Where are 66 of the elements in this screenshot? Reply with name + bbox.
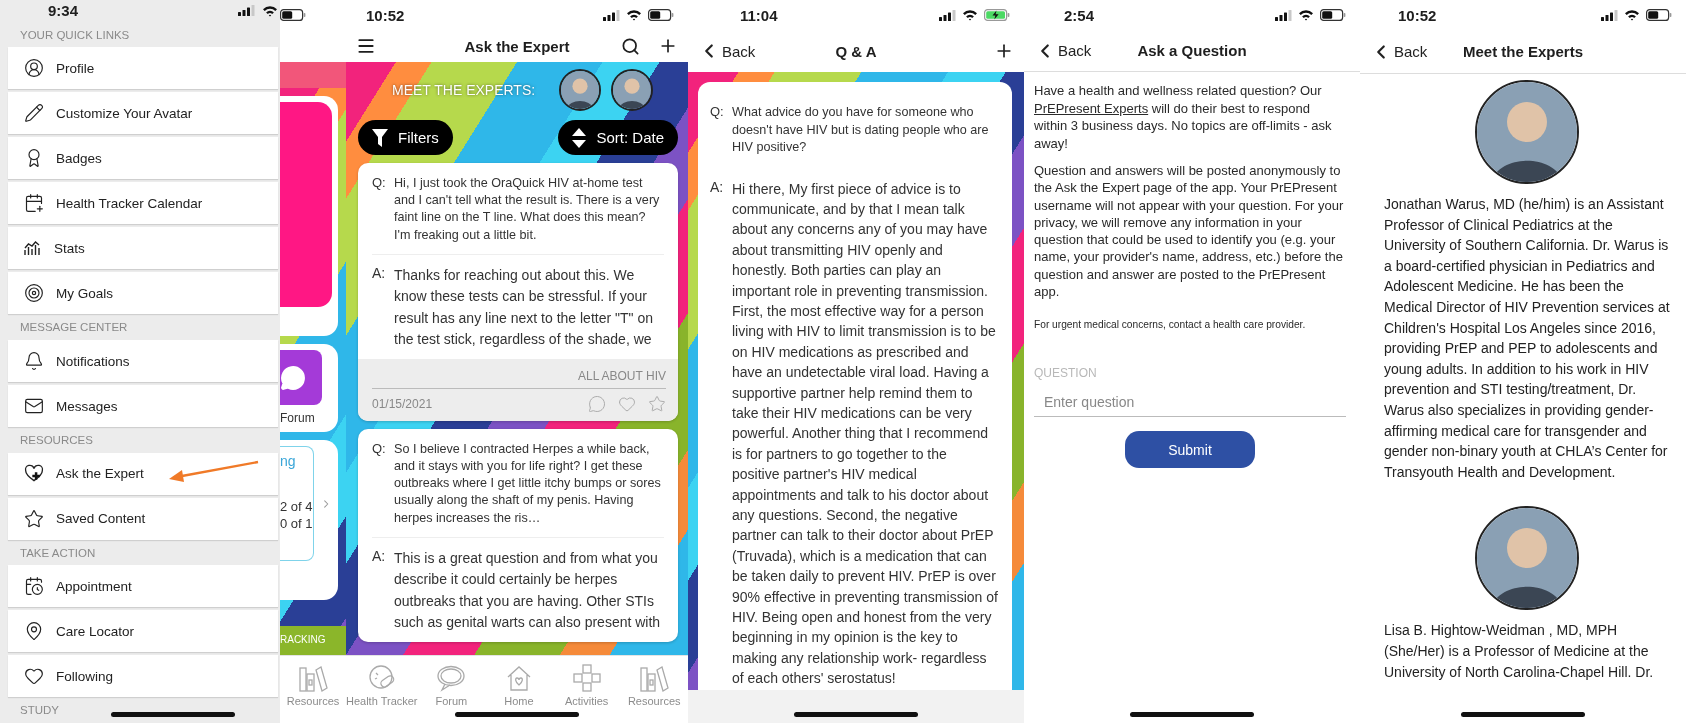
answer-text: Hi there, My first piece of advice is to communicate, and by that I mean talk about any concerns any of you may have about transmitting HIV openly and honestly. Both parties can play an important role in preventing transmission. First, the most effective way for a person living with HIV to limit transmission is to be on HIV medications as prescribed and have an undetectable viral load. Having a supportive partner help remind them to take their HIV medications can be very powerful. Another thing that I recommend is for partners to go together to the positive partner's HIV medical appointments and talk to his doctor about any questions. Second, the negative partner can talk to their doctor about PrEP (Truvada), which is a medication that can be taken daily to prevent HIV. PrEP is over 90% effective in preventing transmission of HIV. Being open and honest from the very beginning in my opinion is the key to making any relationship work- regardless of each others' serostatus!: [732, 179, 998, 689]
screen-title: Q & A: [834, 42, 878, 60]
menu-item[interactable]: Badges: [8, 137, 278, 180]
topic-tag: ALL ABOUT HIV: [577, 368, 666, 388]
nav-item[interactable]: Forum: [417, 664, 486, 723]
answer-label: A:: [372, 264, 387, 283]
question-field[interactable]: Enter question: [1034, 390, 1346, 418]
screen-title: Ask the Expert: [463, 37, 571, 55]
sort-button[interactable]: Sort: Date: [558, 120, 678, 155]
menu-item[interactable]: My Goals: [8, 272, 278, 315]
banner-text: RACKING: [280, 634, 326, 645]
experts-link[interactable]: PrEPresent Experts: [1034, 100, 1149, 116]
tile-label: Forum: [280, 411, 316, 425]
question-label: Q:: [372, 440, 387, 458]
back-button[interactable]: Back: [698, 40, 756, 62]
question-label: Q:: [710, 104, 725, 121]
expert-bio: Jonathan Warus, MD (he/him) is an Assistant Professor of Clinical Pediatrics at the University of Southern California. Dr. Warus is a board-certified physician in Pediatrics and Adolescent Medicine. He has been the Medical Director of HIV Prevention services at Children's Hospital Los Angeles since 2016, providing PrEP and PEP to adolescents and young adults. In addition to his work in HIV prevention and STI testing/treatment, Dr. Warus also specializes in providing gender-affirming medical care for transgender and gender non-binary youth at CHLA’s Center for Transyouth Health and Development.: [1384, 195, 1670, 482]
menu-item[interactable]: Customize Your Avatar: [8, 92, 278, 135]
menu-item[interactable]: Following: [8, 655, 278, 698]
status-time: 9:34: [47, 2, 79, 20]
submit-button[interactable]: Submit: [1125, 431, 1255, 469]
question-text: What advice do you have for someone who doesn't have HIV but is dating people who are HIV positive?: [732, 104, 990, 156]
screen-title: Meet the Experts: [1461, 43, 1584, 60]
intro-text: Have a health and wellness related question? Our PrEPresent Experts will do their best to respond within 3 business days. No topics are off-limits - ask away!: [1034, 82, 1333, 152]
status-time: 10:52: [365, 6, 405, 24]
screen-title: Ask a Question: [1136, 42, 1248, 59]
section-heading: MESSAGE CENTER: [20, 320, 128, 336]
status-time: 2:54: [1063, 6, 1095, 24]
progress-count: 2 of 4: [280, 499, 313, 514]
menu-item[interactable]: Ask the Expert: [8, 452, 278, 495]
question-text: Hi, I just took the OraQuick HIV at-home test and I can't tell what the result is. There is a very faint line on the T line. What does this mean? I'm freaking out a little bit.: [394, 175, 661, 244]
urgent-note: For urgent medical concerns, contact a health care provider.: [1034, 318, 1307, 333]
filters-button[interactable]: Filters: [358, 120, 453, 155]
menu-item[interactable]: Health Tracker Calendar: [8, 182, 278, 225]
answer-text: This is a great question and from what you describe it could certainly be herpes outbreaks that you are having. Other STIs such as genital warts can also present with: [394, 548, 662, 633]
section-heading: RESOURCES: [20, 432, 93, 448]
back-button[interactable]: Back: [1034, 39, 1092, 62]
nav-item[interactable]: Home: [485, 664, 553, 723]
status-time: 11:04: [739, 6, 778, 24]
progress-count: 0 of 1: [280, 516, 313, 531]
section-heading: STUDY: [20, 703, 59, 719]
back-button[interactable]: Back: [1370, 40, 1428, 63]
section-heading: YOUR QUICK LINKS: [20, 27, 130, 43]
post-date: 01/15/2021: [372, 396, 433, 411]
expert-bio: Lisa B. Hightow-Weidman , MD, MPH (She/Her) is a Professor of Medicine at the University of North Carolina-Chapel Hill. Dr.: [1384, 621, 1655, 682]
field-label: QUESTION: [1034, 366, 1098, 381]
answer-text: Thanks for reaching out about this. We know these tests can be stressful. If your result has any line next to the letter "T" on the test stick, regardless of the shade, we: [394, 265, 654, 350]
section-heading: TAKE ACTION: [20, 545, 96, 561]
question-text: So I believe I contracted Herpes a while back, and it stays with you for life right? I get these outbreaks where I get little itchy bumps or sores usually along the shaft of my penis. Having herpes increases the ris…: [394, 440, 662, 527]
menu-item[interactable]: Saved Content: [8, 497, 278, 540]
menu-item[interactable]: Stats: [8, 227, 278, 270]
answer-label: A:: [710, 178, 725, 197]
answer-label: A:: [372, 547, 387, 566]
menu-item[interactable]: Appointment: [8, 565, 278, 608]
nav-item[interactable]: Activities: [552, 664, 621, 723]
status-time: 10:52: [1397, 6, 1437, 24]
nav-item[interactable]: Resources: [620, 664, 688, 723]
nav-item[interactable]: Resources: [280, 664, 346, 723]
menu-item[interactable]: Notifications: [8, 340, 278, 382]
question-label: Q:: [372, 175, 387, 192]
nav-item[interactable]: Health Tracker: [346, 664, 418, 723]
menu-item[interactable]: Messages: [8, 385, 278, 427]
progress-title: ng: [280, 453, 297, 469]
menu-item[interactable]: Care Locator: [8, 610, 278, 653]
menu-item[interactable]: Profile: [8, 47, 278, 90]
privacy-text: Question and answers will be posted anonymously to the Ask the Expert page of the app. Your PrEPresent username will not appear with your question. For your privacy, we will remove any information in your question that could be used to identify you (e.g. your name, your provider's name, address, etc.) before the question and answer are posted to the PrEPresent app.: [1034, 162, 1345, 301]
